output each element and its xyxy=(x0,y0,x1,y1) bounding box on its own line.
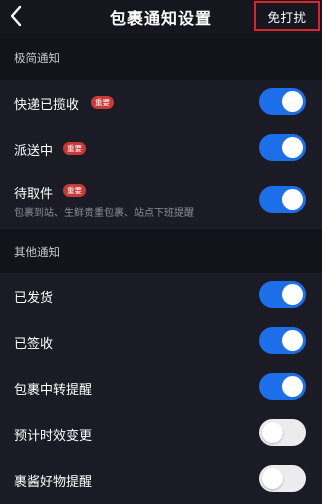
section-header-other: 其他通知 xyxy=(14,245,60,259)
section-minimal-notifications: 快递已揽收 重要 派送中 重要 待取件 重要 包裹到站、生鲜贵重包裹、站点下班提… xyxy=(0,80,322,229)
toggle-eta-change[interactable] xyxy=(259,419,306,446)
setting-row-awaiting-pickup: 待取件 重要 包裹到站、生鲜贵重包裹、站点下班提醒 xyxy=(0,174,322,229)
toggle-in-transit[interactable] xyxy=(259,373,306,400)
do-not-disturb-button[interactable]: 免打扰 xyxy=(254,1,320,31)
chevron-left-icon xyxy=(10,5,22,27)
setting-label: 待取件 xyxy=(14,187,54,202)
toggle-awaiting-pickup[interactable] xyxy=(259,186,306,213)
top-nav-bar: 包裹通知设置 免打扰 xyxy=(0,0,322,34)
setting-label: 派送中 xyxy=(14,144,54,159)
setting-label: 预计时效变更 xyxy=(14,429,93,444)
setting-row-in-transit: 包裹中转提醒 xyxy=(0,365,322,411)
toggle-knob xyxy=(282,137,303,158)
important-badge: 重要 xyxy=(63,142,86,155)
setting-label: 快递已揽收 xyxy=(14,98,80,113)
important-badge: 重要 xyxy=(63,184,86,197)
toggle-signed[interactable] xyxy=(259,327,306,354)
section-other-notifications: 已发货 已签收 包裹中转提醒 预计时效变更 裹酱好物提醒 xyxy=(0,273,322,504)
toggle-out-for-delivery[interactable] xyxy=(259,134,306,161)
setting-row-picked-up: 快递已揽收 重要 xyxy=(0,80,322,126)
toggle-knob xyxy=(282,330,303,351)
setting-row-goods-recommendation: 裹酱好物提醒 xyxy=(0,457,322,503)
section-header-minimal: 极简通知 xyxy=(14,51,60,65)
toggle-shipped[interactable] xyxy=(259,281,306,308)
back-button[interactable] xyxy=(4,2,28,30)
setting-row-eta-change: 预计时效变更 xyxy=(0,411,322,457)
setting-subtitle: 包裹到站、生鲜贵重包裹、站点下班提醒 xyxy=(14,208,194,219)
setting-label: 已签收 xyxy=(14,337,54,352)
setting-row-out-for-delivery: 派送中 重要 xyxy=(0,127,322,173)
important-badge: 重要 xyxy=(91,96,114,109)
setting-label: 已发货 xyxy=(14,291,54,306)
toggle-picked-up[interactable] xyxy=(259,88,306,115)
setting-label: 裹酱好物提醒 xyxy=(14,475,93,490)
setting-label: 包裹中转提醒 xyxy=(14,383,93,398)
toggle-knob xyxy=(282,91,303,112)
setting-row-signed: 已签收 xyxy=(0,319,322,365)
package-notification-settings-screen: 包裹通知设置 免打扰 极简通知 快递已揽收 重要 派送中 重要 待取件 重要 包… xyxy=(0,0,322,504)
toggle-knob xyxy=(282,189,303,210)
toggle-knob xyxy=(282,376,303,397)
toggle-goods-recommendation[interactable] xyxy=(259,465,306,492)
setting-row-shipped: 已发货 xyxy=(0,273,322,319)
toggle-knob xyxy=(282,284,303,305)
toggle-knob xyxy=(262,422,283,443)
toggle-knob xyxy=(262,468,283,489)
